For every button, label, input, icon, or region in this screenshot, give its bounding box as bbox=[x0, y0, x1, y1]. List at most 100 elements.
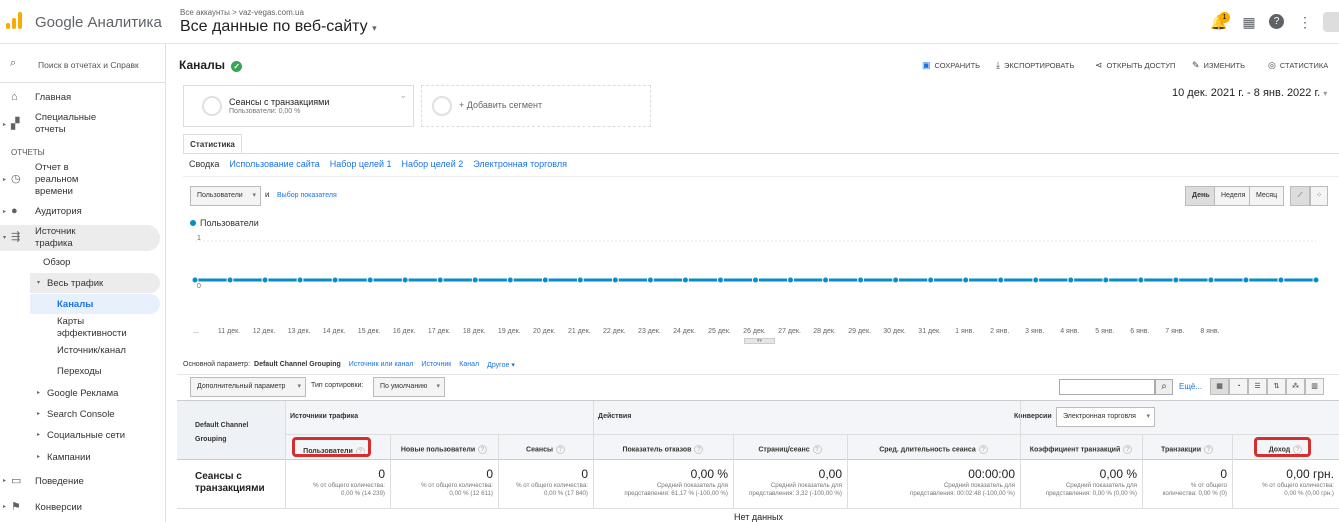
sidebar-item-campaigns[interactable]: Кампании bbox=[47, 452, 91, 464]
data-point[interactable] bbox=[1207, 276, 1215, 284]
data-point[interactable] bbox=[1067, 276, 1075, 284]
help-icon[interactable]: ? bbox=[1123, 445, 1133, 454]
table-search-input[interactable] bbox=[1059, 379, 1155, 395]
data-point[interactable] bbox=[471, 276, 479, 284]
data-point[interactable] bbox=[541, 276, 549, 284]
dim-source[interactable]: Источник bbox=[421, 361, 451, 369]
select-metric-link[interactable]: Выбор показателя bbox=[277, 192, 337, 199]
export-button[interactable]: ⤓ ЭКСПОРТИРОВАТЬ bbox=[996, 60, 1074, 71]
subtab-goal-set-2[interactable]: Набор целей 2 bbox=[402, 159, 464, 169]
comparison-view-icon[interactable]: ⇅ bbox=[1267, 378, 1286, 395]
motion-chart-icon[interactable]: ⁘ bbox=[1310, 186, 1328, 206]
dim-medium[interactable]: Канал bbox=[459, 361, 479, 369]
sidebar-item-conversions[interactable]: Конверсии bbox=[35, 502, 82, 514]
column-header[interactable]: Транзакции? bbox=[1142, 445, 1232, 454]
column-header[interactable]: Коэффициент транзакций? bbox=[1020, 445, 1142, 454]
sidebar-item-acquisition[interactable]: Источник трафика bbox=[35, 226, 95, 250]
insights-button[interactable]: ◎ СТАТИСТИКА bbox=[1268, 60, 1328, 71]
sidebar-item-home[interactable]: Главная bbox=[35, 92, 71, 104]
tab-explorer[interactable]: Статистика bbox=[183, 134, 242, 154]
subtab-goal-set-1[interactable]: Набор целей 1 bbox=[330, 159, 392, 169]
data-point[interactable] bbox=[1172, 276, 1180, 284]
pie-view-icon[interactable]: ◔ bbox=[1229, 378, 1248, 395]
data-point[interactable] bbox=[1277, 276, 1285, 284]
data-point[interactable] bbox=[962, 276, 970, 284]
data-point[interactable] bbox=[927, 276, 935, 284]
sidebar-item-custom-reports[interactable]: Специальные отчеты bbox=[35, 112, 115, 136]
sidebar-item-channels[interactable]: Каналы bbox=[57, 299, 93, 311]
data-point[interactable] bbox=[576, 276, 584, 284]
breadcrumb-site[interactable]: vaz-vegas.com.ua bbox=[239, 8, 304, 17]
primary-dim-value[interactable]: Default Channel Grouping bbox=[254, 361, 341, 369]
date-range-picker[interactable]: 10 дек. 2021 г. - 8 янв. 2022 г. ▾ bbox=[1172, 87, 1327, 99]
sidebar-item-audience[interactable]: Аудитория bbox=[35, 206, 82, 218]
dim-source-medium[interactable]: Источник или канал bbox=[349, 361, 414, 369]
data-point[interactable] bbox=[296, 276, 304, 284]
data-point[interactable] bbox=[191, 276, 199, 284]
sidebar-item-social[interactable]: Социальные сети bbox=[47, 430, 125, 442]
help-icon[interactable]: ? bbox=[478, 445, 488, 454]
segment-card[interactable]: Сеансы с транзакциями Пользователи: 0,00… bbox=[183, 85, 414, 127]
granularity-day[interactable]: День bbox=[1185, 186, 1217, 206]
data-point[interactable] bbox=[331, 276, 339, 284]
data-point[interactable] bbox=[1102, 276, 1110, 284]
sidebar-item-referrals[interactable]: Переходы bbox=[57, 366, 102, 378]
data-point[interactable] bbox=[997, 276, 1005, 284]
data-point[interactable] bbox=[1137, 276, 1145, 284]
column-header[interactable]: Сеансы? bbox=[498, 445, 593, 454]
data-point[interactable] bbox=[366, 276, 374, 284]
data-point[interactable] bbox=[1032, 276, 1040, 284]
help-icon[interactable]: ? bbox=[694, 445, 704, 454]
chevron-down-icon[interactable]: ⌄ bbox=[399, 90, 407, 101]
sidebar-item-treemaps[interactable]: Карты эффективности bbox=[57, 316, 137, 340]
granularity-week[interactable]: Неделя bbox=[1214, 186, 1253, 206]
sidebar-item-search-console[interactable]: Search Console bbox=[47, 409, 115, 421]
data-point[interactable] bbox=[892, 276, 900, 284]
avatar[interactable] bbox=[1323, 12, 1339, 32]
data-point[interactable] bbox=[401, 276, 409, 284]
data-point[interactable] bbox=[611, 276, 619, 284]
dim-other[interactable]: Другое ▾ bbox=[487, 361, 515, 369]
chart-resize-handle[interactable]: ▾▾ bbox=[744, 338, 775, 344]
column-header[interactable]: Сред. длительность сеанса? bbox=[847, 445, 1020, 454]
secondary-dimension-select[interactable]: Дополнительный параметр ▾ bbox=[190, 377, 306, 397]
data-point[interactable] bbox=[752, 276, 759, 284]
data-point[interactable] bbox=[787, 276, 795, 284]
term-cloud-icon[interactable]: ⁂ bbox=[1286, 378, 1305, 395]
save-button[interactable]: ▣ СОХРАНИТЬ bbox=[922, 60, 980, 71]
subtab-ecommerce[interactable]: Электронная торговля bbox=[473, 159, 567, 169]
data-point[interactable] bbox=[261, 276, 269, 284]
breadcrumb-all-accounts[interactable]: Все аккаунты bbox=[180, 8, 230, 17]
view-selector[interactable]: Все данные по веб-сайту ▾ bbox=[180, 18, 377, 36]
more-vert-icon[interactable]: ⋮ bbox=[1296, 13, 1314, 31]
sidebar-item-all-traffic[interactable]: Весь трафик bbox=[47, 278, 103, 290]
data-point[interactable] bbox=[436, 276, 444, 284]
metric-select[interactable]: Пользователи ▾ bbox=[190, 186, 261, 206]
data-point[interactable] bbox=[681, 276, 689, 284]
line-chart-icon[interactable]: ⟋ bbox=[1290, 186, 1310, 206]
data-point[interactable] bbox=[646, 276, 654, 284]
share-button[interactable]: ⋖ ОТКРЫТЬ ДОСТУП bbox=[1095, 60, 1175, 71]
column-header[interactable]: Новые пользователи? bbox=[390, 445, 498, 454]
data-point[interactable] bbox=[857, 276, 865, 284]
pivot-view-icon[interactable]: ▥ bbox=[1305, 378, 1324, 395]
data-point[interactable] bbox=[506, 276, 514, 284]
data-point[interactable] bbox=[1312, 276, 1320, 284]
subtab-summary[interactable]: Сводка bbox=[189, 159, 219, 169]
column-header[interactable]: Страниц/сеанс? bbox=[733, 445, 847, 454]
search-icon[interactable]: ⌕ bbox=[1155, 379, 1173, 395]
sort-type-select[interactable]: По умолчанию ▾ bbox=[373, 377, 445, 397]
sidebar-item-behavior[interactable]: Поведение bbox=[35, 476, 84, 488]
granularity-month[interactable]: Месяц bbox=[1249, 186, 1285, 206]
edit-button[interactable]: ✎ ИЗМЕНИТЬ bbox=[1192, 60, 1245, 71]
breadcrumb[interactable]: Все аккаунты > vaz-vegas.com.ua bbox=[180, 8, 304, 17]
table-view-icon[interactable]: ▦ bbox=[1210, 378, 1229, 395]
add-segment-card[interactable]: + Добавить сегмент bbox=[421, 85, 651, 127]
sidebar-item-google-ads[interactable]: Google Реклама bbox=[47, 388, 118, 400]
subtab-site-usage[interactable]: Использование сайта bbox=[229, 159, 319, 169]
data-point[interactable] bbox=[226, 276, 234, 284]
sidebar-item-source-medium[interactable]: Источник/канал bbox=[57, 345, 126, 357]
data-point[interactable] bbox=[1242, 276, 1250, 284]
bar-view-icon[interactable]: ☰ bbox=[1248, 378, 1267, 395]
sidebar-item-realtime[interactable]: Отчет в реальном времени bbox=[35, 162, 85, 198]
